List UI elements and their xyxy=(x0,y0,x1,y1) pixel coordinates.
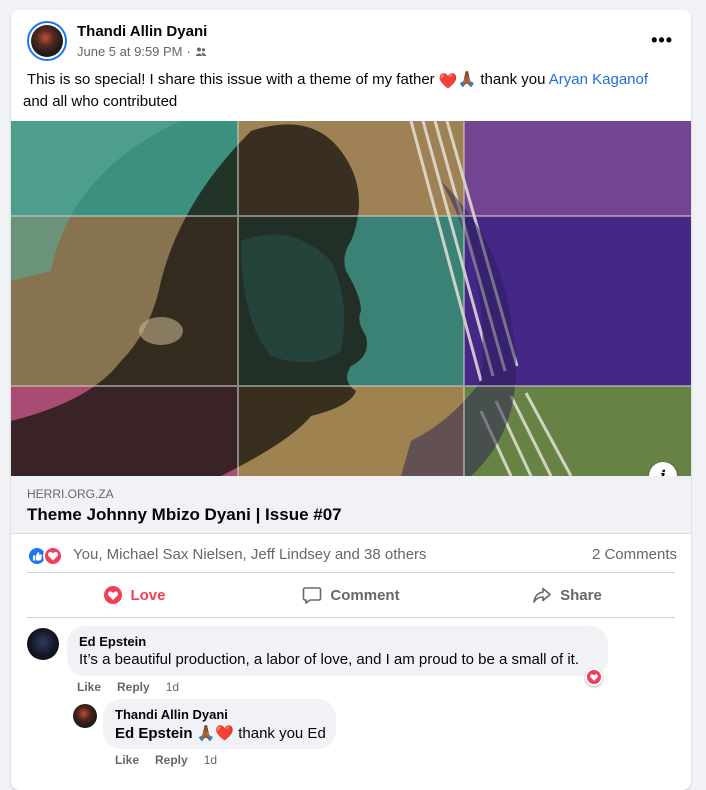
link-domain: HERRI.ORG.ZA xyxy=(27,487,114,501)
post-author[interactable]: Thandi Allin Dyani xyxy=(77,23,207,40)
post-meta: June 5 at 9:59 PM · xyxy=(77,44,207,59)
comment-age[interactable]: 1d xyxy=(166,680,179,694)
comment-bubble: Ed Epstein It’s a beautiful production, … xyxy=(67,626,608,676)
link-preview-image[interactable]: i xyxy=(11,121,691,476)
post-text-part1: This is so special! I share this issue w… xyxy=(27,71,439,88)
reaction-icons[interactable] xyxy=(27,546,67,566)
reply-emojis: 🙏🏾❤️ xyxy=(196,725,235,742)
reply-text: Ed Epstein 🙏🏾❤️ thank you Ed xyxy=(115,724,326,742)
link-preview[interactable]: HERRI.ORG.ZA Theme Johnny Mbizo Dyani | … xyxy=(11,476,691,534)
reply-age[interactable]: 1d xyxy=(204,753,217,767)
reply-reply-button[interactable]: Reply xyxy=(155,753,188,767)
post-text-part3: and all who contributed xyxy=(23,93,178,110)
more-options-icon[interactable]: ••• xyxy=(651,30,673,51)
reply-body: thank you Ed xyxy=(238,725,326,742)
comment-text: It’s a beautiful production, a labor of … xyxy=(79,651,580,668)
comments-count[interactable]: 2 Comments xyxy=(592,546,677,563)
pray-emoji-icon: 🙏🏾 xyxy=(457,71,477,88)
share-icon xyxy=(533,587,551,603)
link-title[interactable]: Theme Johnny Mbizo Dyani | Issue #07 xyxy=(27,505,342,525)
reply-mention[interactable]: Ed Epstein xyxy=(115,725,193,742)
reply-actions: Like Reply 1d xyxy=(115,753,217,767)
post-card: Thandi Allin Dyani June 5 at 9:59 PM · •… xyxy=(11,10,691,790)
post-text-part2: thank you xyxy=(476,71,549,88)
share-label: Share xyxy=(560,586,602,604)
post-timestamp[interactable]: June 5 at 9:59 PM xyxy=(77,44,183,59)
divider-bottom xyxy=(27,617,675,618)
comment-like-button[interactable]: Like xyxy=(77,680,101,694)
friends-icon xyxy=(195,47,207,56)
comment-icon xyxy=(303,587,322,604)
reply-bubble: Thandi Allin Dyani Ed Epstein 🙏🏾❤️ thank… xyxy=(103,699,336,749)
heart-emoji-icon: ❤️ xyxy=(438,73,458,90)
comment-actions: Like Reply 1d xyxy=(77,680,179,694)
love-button[interactable]: Love xyxy=(27,577,243,613)
reactions-row: You, Michael Sax Nielsen, Jeff Lindsey a… xyxy=(27,544,677,568)
reply-author[interactable]: Thandi Allin Dyani xyxy=(115,707,228,722)
portrait-image xyxy=(11,121,691,476)
mention-link[interactable]: Aryan Kaganof xyxy=(549,71,648,88)
comment-love-reaction-icon[interactable] xyxy=(585,668,603,686)
love-label: Love xyxy=(130,586,166,604)
divider-top xyxy=(27,572,675,573)
reply-like-button[interactable]: Like xyxy=(115,753,139,767)
love-icon xyxy=(104,586,123,604)
share-button[interactable]: Share xyxy=(459,577,675,613)
reply-avatar[interactable] xyxy=(73,704,97,728)
action-bar: Love Comment Share xyxy=(27,577,675,613)
comment-button[interactable]: Comment xyxy=(243,577,459,613)
commenter-avatar[interactable] xyxy=(27,628,59,660)
comment-author[interactable]: Ed Epstein xyxy=(79,634,146,649)
comment-label: Comment xyxy=(330,586,400,604)
post-text: This is so special! I share this issue w… xyxy=(23,70,677,112)
author-avatar[interactable] xyxy=(27,21,67,61)
reaction-names[interactable]: You, Michael Sax Nielsen, Jeff Lindsey a… xyxy=(73,546,427,563)
comment-reply-button[interactable]: Reply xyxy=(117,680,150,694)
